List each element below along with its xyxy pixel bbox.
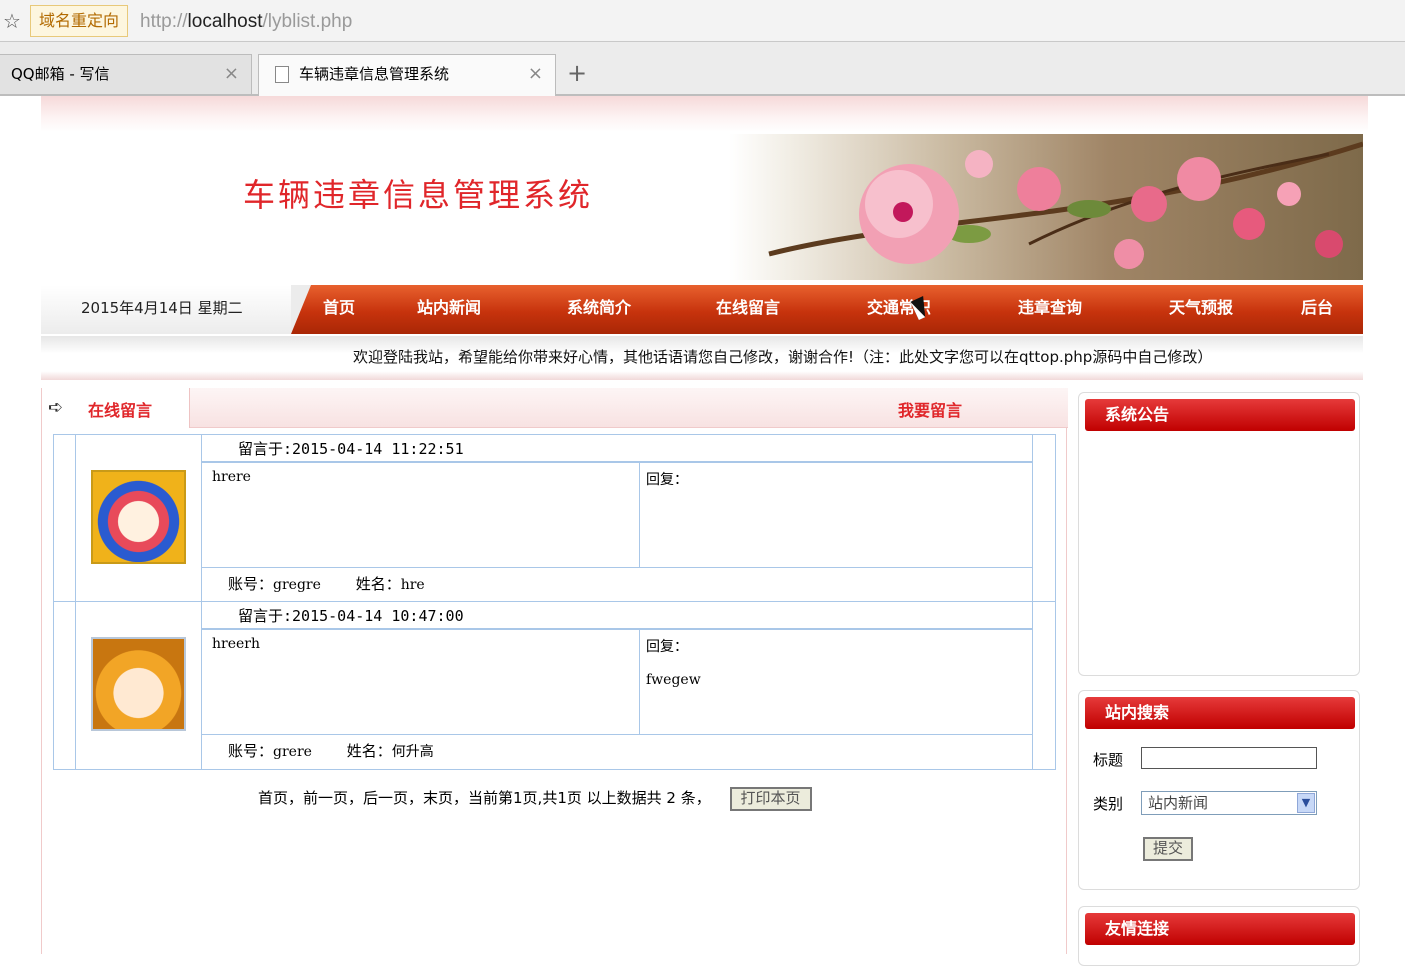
message-table: 留言于:2015-04-14 11:22:51 hrere 回复： 账号：gre… bbox=[53, 434, 1056, 770]
account-value: gregre bbox=[273, 577, 321, 593]
nav-admin[interactable]: 后台 bbox=[1301, 285, 1333, 334]
type-selected: 站内新闻 bbox=[1148, 794, 1209, 812]
search-title: 站内搜索 bbox=[1085, 697, 1355, 729]
reply-label: 回复： bbox=[646, 472, 688, 488]
new-tab-button[interactable]: + bbox=[562, 56, 592, 92]
notice-title: 系统公告 bbox=[1085, 399, 1355, 431]
tab-bar: QQ邮箱 - 写信 × 车辆违章信息管理系统 × + bbox=[0, 42, 1405, 96]
search-box: 站内搜索 标题 类别 站内新闻 ▼ 提交 bbox=[1078, 690, 1360, 890]
print-button[interactable]: 打印本页 bbox=[729, 787, 812, 811]
top-strip bbox=[41, 96, 1368, 132]
banner-flower-image bbox=[729, 134, 1363, 280]
message-time: 留言于:2015-04-14 10:47:00 bbox=[202, 602, 1033, 630]
pagination: 首页，前一页，后一页，末页，当前第1页,共1页 以上数据共 2 条， 打印本页 bbox=[258, 786, 812, 811]
document-icon bbox=[275, 66, 289, 83]
links-box: 友情连接 bbox=[1078, 906, 1360, 966]
reply-cell: 回复： bbox=[640, 463, 1033, 568]
table-row: 留言于:2015-04-14 10:47:00 hreerh 回复： fwege… bbox=[54, 602, 1055, 769]
avatar bbox=[91, 637, 186, 731]
tab-label: QQ邮箱 - 写信 bbox=[11, 65, 110, 83]
url-host: localhost bbox=[187, 11, 263, 32]
leave-message-link[interactable]: 我要留言 bbox=[898, 397, 962, 421]
web-page: 车辆违章信息管理系统 2015年4月14日 星期二 首页 站内新闻 系统简介 在… bbox=[0, 96, 1405, 966]
name-label: 姓名： bbox=[355, 575, 401, 593]
url-field[interactable]: http://localhost/lyblist.php bbox=[140, 8, 352, 36]
tab-label: 车辆违章信息管理系统 bbox=[299, 65, 450, 83]
nav-weather[interactable]: 天气预报 bbox=[1169, 285, 1233, 334]
url-scheme: http:// bbox=[140, 11, 188, 32]
url-path: /lyblist.php bbox=[262, 11, 353, 32]
tab-qqmail[interactable]: QQ邮箱 - 写信 × bbox=[0, 54, 252, 94]
section-tab: ➪ 在线留言 bbox=[42, 388, 190, 428]
close-icon[interactable]: × bbox=[224, 55, 239, 93]
main-nav: 2015年4月14日 星期二 首页 站内新闻 系统简介 在线留言 交通常识 违章… bbox=[41, 285, 1363, 334]
account-value: grere bbox=[273, 744, 312, 760]
main-content: ➪ 在线留言 我要留言 留言于:2015-04-14 11:22:51 hrer… bbox=[41, 388, 1068, 954]
nav-home[interactable]: 首页 bbox=[323, 285, 355, 334]
message-content: hreerh bbox=[202, 630, 640, 735]
tab-active-system[interactable]: 车辆违章信息管理系统 × bbox=[258, 54, 556, 96]
arrow-right-icon: ➪ bbox=[48, 397, 64, 418]
title-input[interactable] bbox=[1141, 747, 1317, 769]
type-select[interactable]: 站内新闻 ▼ bbox=[1141, 791, 1317, 815]
account-label: 账号： bbox=[228, 742, 274, 760]
name-value: 何升高 bbox=[391, 744, 434, 760]
avatar bbox=[91, 470, 186, 564]
date-display: 2015年4月14日 星期二 bbox=[41, 285, 311, 334]
chevron-down-icon[interactable]: ▼ bbox=[1297, 793, 1315, 813]
welcome-text: 欢迎登陆我站，希望能给你带来好心情，其他话语请您自己修改，谢谢合作!（注：此处文… bbox=[353, 348, 1213, 366]
nav-guestbook[interactable]: 在线留言 bbox=[716, 285, 780, 334]
nav-news[interactable]: 站内新闻 bbox=[417, 285, 481, 334]
section-header: ➪ 在线留言 我要留言 bbox=[42, 388, 1068, 428]
reply-text: fwegew bbox=[646, 672, 701, 688]
title-label: 标题 bbox=[1093, 751, 1124, 769]
redirect-badge[interactable]: 域名重定向 bbox=[30, 5, 129, 37]
name-label: 姓名： bbox=[346, 742, 392, 760]
star-icon[interactable]: ☆ bbox=[0, 9, 24, 33]
nav-intro[interactable]: 系统简介 bbox=[567, 285, 631, 334]
pagination-text[interactable]: 首页，前一页，后一页，末页，当前第1页,共1页 以上数据共 2 条， bbox=[258, 789, 711, 807]
close-icon[interactable]: × bbox=[528, 55, 543, 93]
type-label: 类别 bbox=[1093, 795, 1124, 813]
submit-button[interactable]: 提交 bbox=[1143, 837, 1194, 861]
account-label: 账号： bbox=[228, 575, 274, 593]
reply-cell: 回复： fwegew bbox=[640, 630, 1033, 735]
name-value: hre bbox=[400, 577, 425, 593]
section-title: 在线留言 bbox=[88, 401, 153, 420]
message-content: hrere bbox=[202, 463, 640, 568]
account-line: 账号：gregre 姓名：hre bbox=[202, 569, 1033, 602]
links-title: 友情连接 bbox=[1085, 913, 1355, 945]
message-time: 留言于:2015-04-14 11:22:51 bbox=[202, 435, 1033, 463]
welcome-bar: 欢迎登陆我站，希望能给你带来好心情，其他话语请您自己修改，谢谢合作!（注：此处文… bbox=[41, 336, 1363, 380]
notice-box: 系统公告 bbox=[1078, 392, 1360, 676]
banner: 车辆违章信息管理系统 bbox=[41, 134, 1363, 280]
nav-violation-query[interactable]: 违章查询 bbox=[1018, 285, 1082, 334]
account-line: 账号：grere 姓名：何升高 bbox=[202, 736, 1033, 769]
site-title: 车辆违章信息管理系统 bbox=[243, 176, 594, 214]
reply-label: 回复： bbox=[646, 639, 688, 655]
table-row: 留言于:2015-04-14 11:22:51 hrere 回复： 账号：gre… bbox=[54, 435, 1055, 602]
address-bar: ☆ 域名重定向 http://localhost/lyblist.php bbox=[0, 0, 1405, 42]
